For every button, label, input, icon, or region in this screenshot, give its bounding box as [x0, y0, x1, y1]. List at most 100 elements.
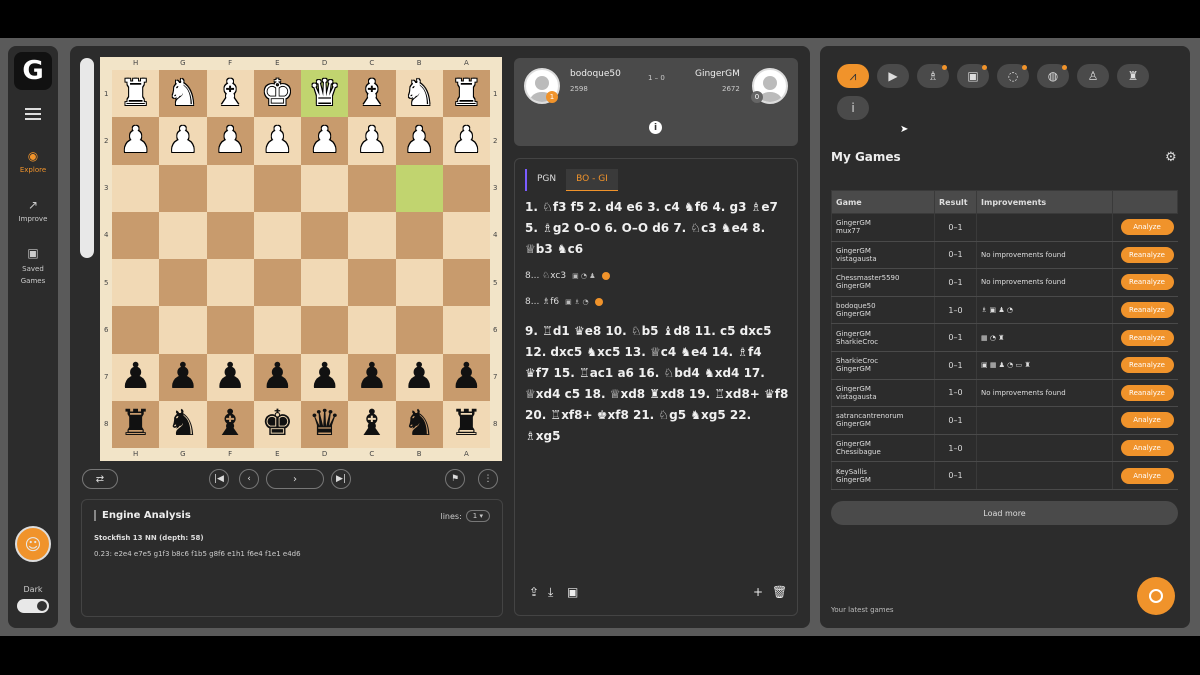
- lines-selector[interactable]: lines: 1 ▾: [440, 510, 490, 522]
- white-knight-icon[interactable]: ♞: [167, 75, 199, 112]
- table-row[interactable]: bodoque50 GingerGM 1–0 ♗ ▣ ♟ ◔ Reanalyze: [831, 296, 1178, 325]
- board-square[interactable]: ♝: [206, 70, 254, 118]
- user-avatar[interactable]: ☺: [15, 526, 51, 562]
- board-square[interactable]: [253, 259, 301, 307]
- black-bishop-icon[interactable]: ♝: [214, 406, 246, 442]
- board-square[interactable]: ♟: [159, 117, 207, 165]
- tab-coach[interactable]: ♗: [917, 64, 949, 88]
- board-square[interactable]: ♝: [348, 400, 396, 448]
- board-square[interactable]: ♝: [348, 70, 396, 118]
- board-square[interactable]: [112, 306, 160, 354]
- board-square[interactable]: [348, 211, 396, 259]
- board-square[interactable]: ♞: [395, 400, 443, 448]
- board-square[interactable]: ♟: [395, 353, 443, 401]
- white-rook-icon[interactable]: ♜: [119, 75, 151, 112]
- white-pawn-icon[interactable]: ♟: [356, 122, 388, 159]
- analyze-button[interactable]: Analyze: [1120, 412, 1174, 429]
- delete-icon[interactable]: 🗑: [772, 585, 787, 599]
- board-square[interactable]: [206, 211, 254, 259]
- tab-rook[interactable]: ♜: [1117, 64, 1149, 88]
- board-square[interactable]: [206, 306, 254, 354]
- board-square[interactable]: [301, 211, 349, 259]
- board-square[interactable]: [159, 259, 207, 307]
- board-square[interactable]: ♚: [253, 70, 301, 118]
- white-bishop-icon[interactable]: ♝: [214, 75, 246, 112]
- board-square[interactable]: ♞: [395, 70, 443, 118]
- board-square[interactable]: ♜: [112, 70, 160, 118]
- board-square[interactable]: [253, 211, 301, 259]
- board-square[interactable]: [112, 211, 160, 259]
- board-square[interactable]: [159, 211, 207, 259]
- white-pawn-icon[interactable]: ♟: [119, 122, 151, 159]
- white-pawn-icon[interactable]: ♟: [167, 122, 199, 159]
- tab-opening[interactable]: BO - GI: [566, 169, 618, 191]
- black-pawn-icon[interactable]: ♟: [403, 359, 435, 395]
- board-square[interactable]: ♟: [253, 353, 301, 401]
- moves-text-continued[interactable]: 9. ♖d1 ♛e8 10. ♘b5 ♝d8 11. c5 dxc5 12. d…: [525, 321, 790, 447]
- download-icon[interactable]: ⤓: [548, 585, 553, 600]
- load-more-button[interactable]: Load more: [831, 501, 1178, 525]
- black-rook-icon[interactable]: ♜: [119, 406, 151, 442]
- board-square[interactable]: ♛: [301, 400, 349, 448]
- variation-line[interactable]: 8... ♘xc3 ▣ ◔ ♟: [525, 271, 610, 281]
- white-bishop-icon[interactable]: ♝: [356, 75, 388, 112]
- board-square[interactable]: [442, 211, 490, 259]
- black-knight-icon[interactable]: ♞: [403, 406, 435, 442]
- analyze-button[interactable]: Analyze: [1120, 219, 1174, 236]
- tab-video[interactable]: ▶: [877, 64, 909, 88]
- board-square[interactable]: ♜: [112, 400, 160, 448]
- table-row[interactable]: KeySallis GingerGM 0–1 Analyze: [831, 461, 1178, 490]
- table-row[interactable]: GingerGM Chessibague 1–0 Analyze: [831, 434, 1178, 463]
- black-bishop-icon[interactable]: ♝: [356, 406, 388, 442]
- black-pawn-icon[interactable]: ♟: [214, 359, 246, 395]
- board-square[interactable]: [159, 306, 207, 354]
- analyze-button[interactable]: Reanalyze: [1120, 302, 1174, 319]
- sidebar-item-saved-games[interactable]: ▣ Saved Games: [8, 246, 58, 287]
- black-rook-icon[interactable]: ♜: [450, 406, 482, 442]
- board-square[interactable]: ♟: [348, 353, 396, 401]
- black-knight-icon[interactable]: ♞: [167, 406, 199, 442]
- board-square[interactable]: [348, 306, 396, 354]
- board-square[interactable]: [206, 259, 254, 307]
- add-icon[interactable]: +: [753, 585, 763, 599]
- board-square[interactable]: ♜: [442, 70, 490, 118]
- board-square[interactable]: ♟: [301, 117, 349, 165]
- black-pawn-icon[interactable]: ♟: [167, 359, 199, 395]
- engine-line[interactable]: 0.23: e2e4 e7e5 g1f3 b8c6 f1b5 g8f6 e1h1…: [94, 550, 301, 558]
- tab-info[interactable]: i: [837, 96, 869, 120]
- black-pawn-icon[interactable]: ♟: [450, 359, 482, 395]
- table-row[interactable]: GingerGM mux77 0–1 Analyze: [831, 213, 1178, 242]
- board-square[interactable]: [395, 306, 443, 354]
- board-scrollbar[interactable]: [80, 58, 94, 258]
- table-row[interactable]: SharkieCroc GingerGM 0–1 ▣ ▦ ♟ ◔ ▭ ♜ Reanaly…: [831, 351, 1178, 380]
- board-square[interactable]: [442, 306, 490, 354]
- tab-book[interactable]: ▣: [957, 64, 989, 88]
- board-square[interactable]: ♟: [112, 353, 160, 401]
- more-options-button[interactable]: ⋮: [478, 469, 498, 489]
- board-square[interactable]: ♛: [301, 70, 349, 118]
- analyze-button[interactable]: Analyze: [1120, 467, 1174, 484]
- board-square[interactable]: [442, 164, 490, 212]
- board-square[interactable]: ♟: [159, 353, 207, 401]
- board-square[interactable]: ♟: [253, 117, 301, 165]
- prev-move-button[interactable]: ‹: [239, 469, 259, 489]
- black-pawn-icon[interactable]: ♟: [261, 359, 293, 395]
- black-pawn-icon[interactable]: ♟: [308, 359, 340, 395]
- tab-refresh[interactable]: ◌: [997, 64, 1029, 88]
- board-square[interactable]: [206, 164, 254, 212]
- board-square[interactable]: [348, 164, 396, 212]
- board-square[interactable]: [253, 164, 301, 212]
- menu-icon[interactable]: [25, 108, 41, 120]
- board-square[interactable]: [395, 259, 443, 307]
- table-row[interactable]: Chessmaster5590 GingerGM 0–1 No improvement…: [831, 268, 1178, 297]
- board-square[interactable]: ♟: [206, 117, 254, 165]
- player-name-right[interactable]: GingerGM: [695, 69, 740, 79]
- sidebar-item-improve[interactable]: ↗ Improve: [8, 198, 58, 223]
- dark-mode-toggle[interactable]: [17, 599, 49, 613]
- save-icon[interactable]: ▣: [567, 585, 578, 599]
- board-square[interactable]: ♟: [442, 353, 490, 401]
- tab-analysis[interactable]: ⩘: [837, 64, 869, 88]
- white-knight-icon[interactable]: ♞: [403, 75, 435, 112]
- first-move-button[interactable]: |◀: [209, 469, 229, 489]
- table-row[interactable]: GingerGM vistagausta 0–1 No improvements fo…: [831, 241, 1178, 270]
